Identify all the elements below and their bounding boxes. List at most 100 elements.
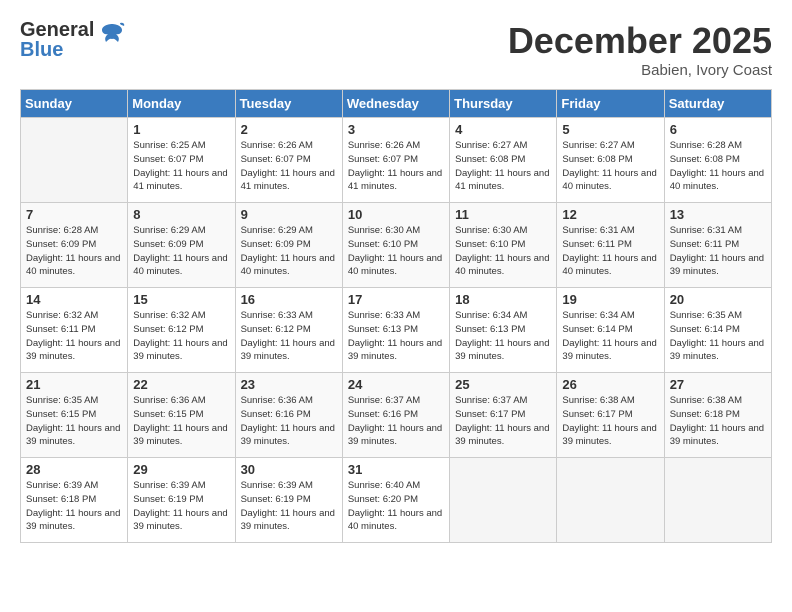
day-number: 28 bbox=[26, 462, 122, 477]
calendar-cell: 13 Sunrise: 6:31 AMSunset: 6:11 PMDaylig… bbox=[664, 203, 771, 288]
day-number: 10 bbox=[348, 207, 444, 222]
calendar-cell: 22 Sunrise: 6:36 AMSunset: 6:15 PMDaylig… bbox=[128, 373, 235, 458]
day-info: Sunrise: 6:37 AMSunset: 6:16 PMDaylight:… bbox=[348, 394, 444, 449]
logo-blue: Blue bbox=[20, 40, 94, 60]
day-info: Sunrise: 6:35 AMSunset: 6:15 PMDaylight:… bbox=[26, 394, 122, 449]
calendar-cell: 5 Sunrise: 6:27 AMSunset: 6:08 PMDayligh… bbox=[557, 118, 664, 203]
day-number: 9 bbox=[241, 207, 337, 222]
day-info: Sunrise: 6:33 AMSunset: 6:12 PMDaylight:… bbox=[241, 309, 337, 364]
day-number: 7 bbox=[26, 207, 122, 222]
logo: General Blue bbox=[20, 20, 126, 60]
day-number: 5 bbox=[562, 122, 658, 137]
calendar-cell: 15 Sunrise: 6:32 AMSunset: 6:12 PMDaylig… bbox=[128, 288, 235, 373]
calendar-cell: 29 Sunrise: 6:39 AMSunset: 6:19 PMDaylig… bbox=[128, 458, 235, 543]
day-info: Sunrise: 6:25 AMSunset: 6:07 PMDaylight:… bbox=[133, 139, 229, 194]
logo-bird-icon bbox=[98, 20, 126, 53]
calendar-cell: 18 Sunrise: 6:34 AMSunset: 6:13 PMDaylig… bbox=[450, 288, 557, 373]
calendar-cell: 6 Sunrise: 6:28 AMSunset: 6:08 PMDayligh… bbox=[664, 118, 771, 203]
header-thursday: Thursday bbox=[450, 90, 557, 118]
calendar-cell: 19 Sunrise: 6:34 AMSunset: 6:14 PMDaylig… bbox=[557, 288, 664, 373]
calendar-cell: 28 Sunrise: 6:39 AMSunset: 6:18 PMDaylig… bbox=[21, 458, 128, 543]
day-info: Sunrise: 6:34 AMSunset: 6:13 PMDaylight:… bbox=[455, 309, 551, 364]
calendar-week-row: 14 Sunrise: 6:32 AMSunset: 6:11 PMDaylig… bbox=[21, 288, 772, 373]
location-title: Babien, Ivory Coast bbox=[508, 62, 772, 79]
calendar-week-row: 1 Sunrise: 6:25 AMSunset: 6:07 PMDayligh… bbox=[21, 118, 772, 203]
day-info: Sunrise: 6:39 AMSunset: 6:18 PMDaylight:… bbox=[26, 479, 122, 534]
day-number: 11 bbox=[455, 207, 551, 222]
day-number: 12 bbox=[562, 207, 658, 222]
day-info: Sunrise: 6:31 AMSunset: 6:11 PMDaylight:… bbox=[562, 224, 658, 279]
day-number: 3 bbox=[348, 122, 444, 137]
day-number: 25 bbox=[455, 377, 551, 392]
calendar-cell: 16 Sunrise: 6:33 AMSunset: 6:12 PMDaylig… bbox=[235, 288, 342, 373]
day-info: Sunrise: 6:29 AMSunset: 6:09 PMDaylight:… bbox=[133, 224, 229, 279]
calendar-cell bbox=[557, 458, 664, 543]
day-number: 6 bbox=[670, 122, 766, 137]
day-info: Sunrise: 6:38 AMSunset: 6:18 PMDaylight:… bbox=[670, 394, 766, 449]
calendar-cell: 30 Sunrise: 6:39 AMSunset: 6:19 PMDaylig… bbox=[235, 458, 342, 543]
day-info: Sunrise: 6:29 AMSunset: 6:09 PMDaylight:… bbox=[241, 224, 337, 279]
day-number: 26 bbox=[562, 377, 658, 392]
calendar-cell: 26 Sunrise: 6:38 AMSunset: 6:17 PMDaylig… bbox=[557, 373, 664, 458]
day-info: Sunrise: 6:30 AMSunset: 6:10 PMDaylight:… bbox=[455, 224, 551, 279]
calendar-cell: 11 Sunrise: 6:30 AMSunset: 6:10 PMDaylig… bbox=[450, 203, 557, 288]
header-sunday: Sunday bbox=[21, 90, 128, 118]
day-number: 24 bbox=[348, 377, 444, 392]
calendar-cell: 25 Sunrise: 6:37 AMSunset: 6:17 PMDaylig… bbox=[450, 373, 557, 458]
header-monday: Monday bbox=[128, 90, 235, 118]
header-friday: Friday bbox=[557, 90, 664, 118]
day-number: 17 bbox=[348, 292, 444, 307]
day-info: Sunrise: 6:36 AMSunset: 6:15 PMDaylight:… bbox=[133, 394, 229, 449]
header-wednesday: Wednesday bbox=[342, 90, 449, 118]
month-title: December 2025 bbox=[508, 20, 772, 62]
day-number: 21 bbox=[26, 377, 122, 392]
day-info: Sunrise: 6:39 AMSunset: 6:19 PMDaylight:… bbox=[133, 479, 229, 534]
day-number: 31 bbox=[348, 462, 444, 477]
calendar-cell: 21 Sunrise: 6:35 AMSunset: 6:15 PMDaylig… bbox=[21, 373, 128, 458]
day-number: 23 bbox=[241, 377, 337, 392]
calendar-cell: 20 Sunrise: 6:35 AMSunset: 6:14 PMDaylig… bbox=[664, 288, 771, 373]
day-info: Sunrise: 6:30 AMSunset: 6:10 PMDaylight:… bbox=[348, 224, 444, 279]
day-number: 13 bbox=[670, 207, 766, 222]
calendar-cell: 4 Sunrise: 6:27 AMSunset: 6:08 PMDayligh… bbox=[450, 118, 557, 203]
day-info: Sunrise: 6:35 AMSunset: 6:14 PMDaylight:… bbox=[670, 309, 766, 364]
header-saturday: Saturday bbox=[664, 90, 771, 118]
calendar-cell: 12 Sunrise: 6:31 AMSunset: 6:11 PMDaylig… bbox=[557, 203, 664, 288]
calendar-table: Sunday Monday Tuesday Wednesday Thursday… bbox=[20, 89, 772, 543]
logo-general: General bbox=[20, 20, 94, 40]
day-number: 18 bbox=[455, 292, 551, 307]
day-info: Sunrise: 6:38 AMSunset: 6:17 PMDaylight:… bbox=[562, 394, 658, 449]
calendar-week-row: 28 Sunrise: 6:39 AMSunset: 6:18 PMDaylig… bbox=[21, 458, 772, 543]
day-number: 20 bbox=[670, 292, 766, 307]
day-info: Sunrise: 6:36 AMSunset: 6:16 PMDaylight:… bbox=[241, 394, 337, 449]
day-number: 22 bbox=[133, 377, 229, 392]
day-info: Sunrise: 6:26 AMSunset: 6:07 PMDaylight:… bbox=[241, 139, 337, 194]
day-number: 8 bbox=[133, 207, 229, 222]
calendar-cell: 14 Sunrise: 6:32 AMSunset: 6:11 PMDaylig… bbox=[21, 288, 128, 373]
calendar-week-row: 21 Sunrise: 6:35 AMSunset: 6:15 PMDaylig… bbox=[21, 373, 772, 458]
day-info: Sunrise: 6:34 AMSunset: 6:14 PMDaylight:… bbox=[562, 309, 658, 364]
day-number: 30 bbox=[241, 462, 337, 477]
day-number: 1 bbox=[133, 122, 229, 137]
page-header: General Blue December 2025 Babien, Ivory… bbox=[20, 20, 772, 79]
day-info: Sunrise: 6:33 AMSunset: 6:13 PMDaylight:… bbox=[348, 309, 444, 364]
calendar-cell bbox=[664, 458, 771, 543]
day-number: 19 bbox=[562, 292, 658, 307]
day-number: 16 bbox=[241, 292, 337, 307]
day-info: Sunrise: 6:26 AMSunset: 6:07 PMDaylight:… bbox=[348, 139, 444, 194]
calendar-cell bbox=[21, 118, 128, 203]
day-info: Sunrise: 6:27 AMSunset: 6:08 PMDaylight:… bbox=[562, 139, 658, 194]
calendar-cell: 17 Sunrise: 6:33 AMSunset: 6:13 PMDaylig… bbox=[342, 288, 449, 373]
day-number: 4 bbox=[455, 122, 551, 137]
calendar-cell: 7 Sunrise: 6:28 AMSunset: 6:09 PMDayligh… bbox=[21, 203, 128, 288]
calendar-cell: 31 Sunrise: 6:40 AMSunset: 6:20 PMDaylig… bbox=[342, 458, 449, 543]
day-info: Sunrise: 6:32 AMSunset: 6:12 PMDaylight:… bbox=[133, 309, 229, 364]
calendar-cell: 2 Sunrise: 6:26 AMSunset: 6:07 PMDayligh… bbox=[235, 118, 342, 203]
calendar-week-row: 7 Sunrise: 6:28 AMSunset: 6:09 PMDayligh… bbox=[21, 203, 772, 288]
day-number: 2 bbox=[241, 122, 337, 137]
calendar-cell bbox=[450, 458, 557, 543]
header-tuesday: Tuesday bbox=[235, 90, 342, 118]
day-number: 15 bbox=[133, 292, 229, 307]
day-info: Sunrise: 6:27 AMSunset: 6:08 PMDaylight:… bbox=[455, 139, 551, 194]
day-info: Sunrise: 6:40 AMSunset: 6:20 PMDaylight:… bbox=[348, 479, 444, 534]
